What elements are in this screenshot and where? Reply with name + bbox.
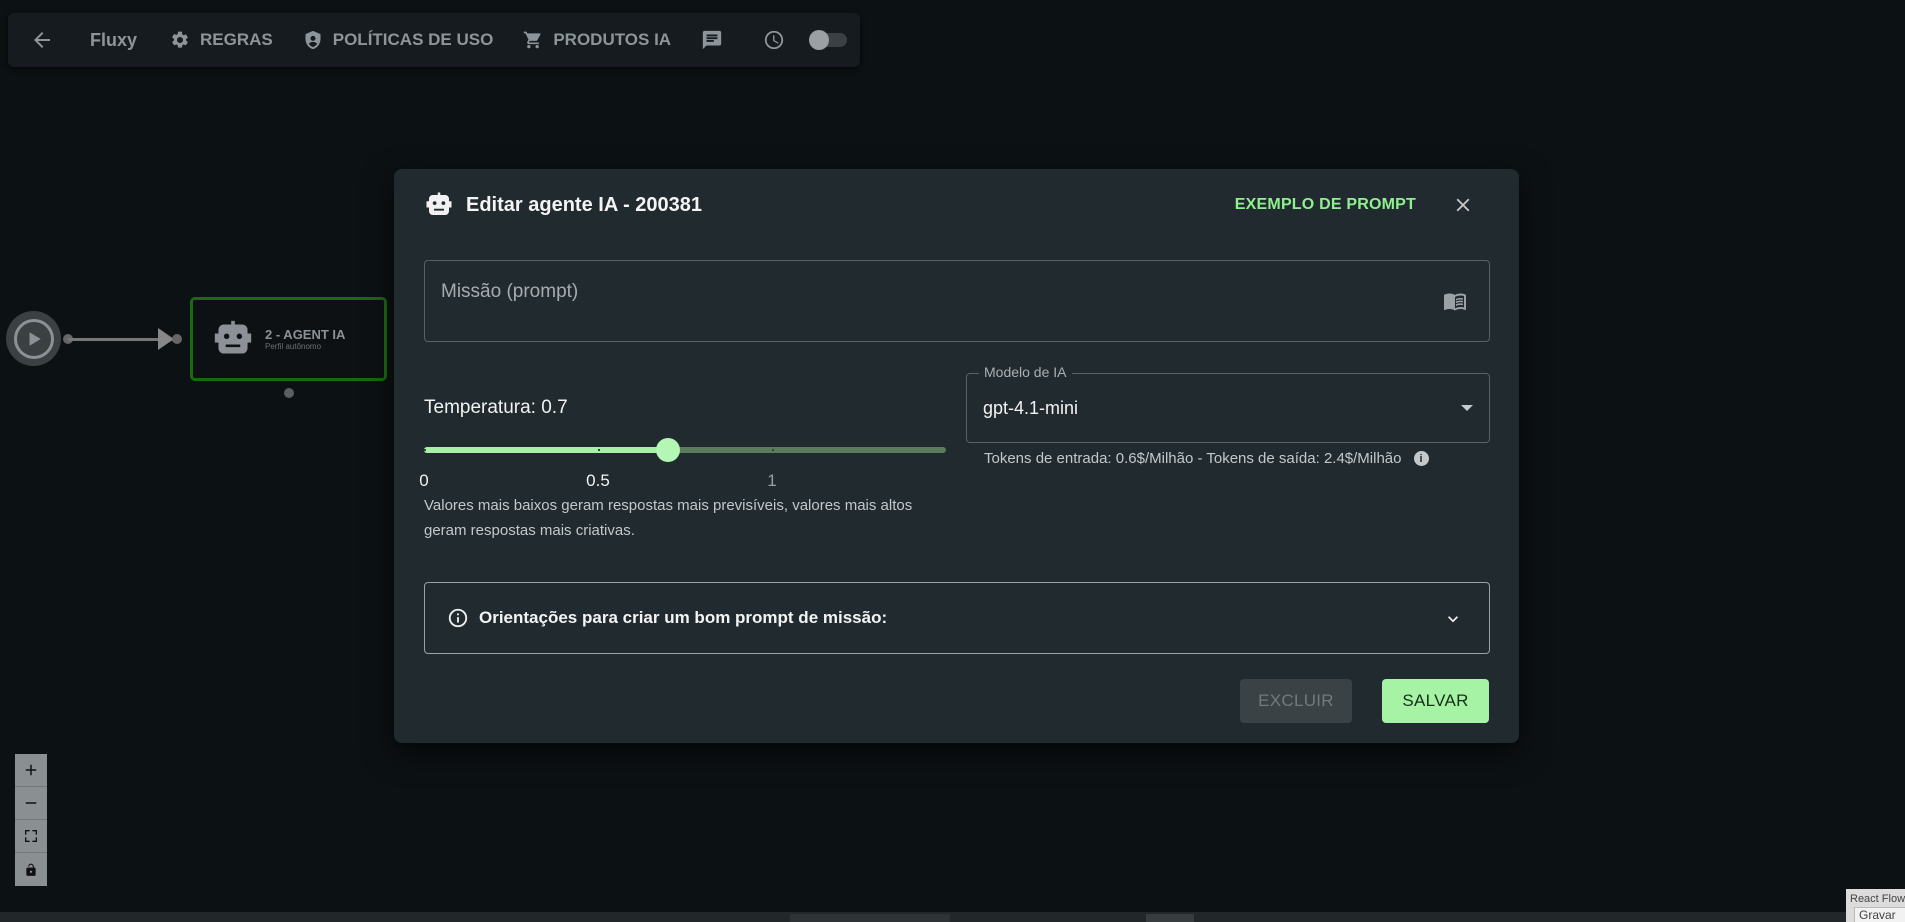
slider-tick — [598, 449, 600, 451]
prompt-guidelines-label: Orientações para criar um bom prompt de … — [479, 608, 888, 627]
temperature-slider[interactable] — [424, 438, 946, 462]
rules-button[interactable]: REGRAS — [170, 30, 273, 50]
zoom-in-icon[interactable] — [15, 754, 47, 787]
ai-model-value: gpt-4.1-mini — [983, 398, 1079, 418]
agent-node-subtitle: Perfil autônomo — [265, 342, 322, 351]
lock-icon[interactable] — [15, 853, 47, 886]
policies-button[interactable]: POLÍTICAS DE USO — [303, 30, 494, 50]
ai-model-legend: Modelo de IA — [979, 364, 1072, 380]
zoom-out-icon[interactable] — [15, 787, 47, 820]
slider-mark-1: 1 — [767, 471, 777, 490]
edge-target-handle[interactable] — [172, 334, 182, 344]
slider-tick — [424, 449, 426, 451]
bottom-bar — [0, 912, 1905, 922]
edit-agent-dialog: Editar agente IA - 200381 EXEMPLO DE PRO… — [394, 169, 1519, 743]
ai-model-select[interactable]: Modelo de IA gpt-4.1-mini — [966, 364, 1490, 443]
cart-icon — [524, 31, 541, 49]
slider-tick — [772, 449, 774, 451]
mission-prompt-input[interactable]: Missão (prompt) — [424, 260, 1490, 342]
rules-label: REGRAS — [200, 30, 273, 49]
tokens-pricing-text: Tokens de entrada: 0.6$/Milhão - Tokens … — [984, 450, 1402, 467]
delete-button[interactable]: EXCLUIR — [1240, 679, 1352, 723]
robot-icon — [214, 320, 252, 354]
policies-label: POLÍTICAS DE USO — [332, 30, 494, 49]
dropdown-caret-icon — [1461, 405, 1473, 411]
prompt-guidelines-accordion[interactable]: Orientações para criar um bom prompt de … — [424, 582, 1490, 654]
gear-icon — [172, 31, 188, 48]
brand-name: Fluxy — [90, 29, 138, 50]
theme-toggle[interactable] — [809, 30, 848, 50]
dialog-header: Editar agente IA - 200381 — [424, 191, 702, 219]
ai-products-label: PRODUTOS IA — [553, 30, 672, 49]
agent-node-title: 2 - AGENT IA — [265, 327, 346, 342]
shield-icon — [305, 30, 321, 50]
zoom-controls — [15, 754, 47, 886]
close-icon[interactable] — [1449, 191, 1477, 219]
slider-mark-0-5: 0.5 — [586, 471, 610, 490]
agent-node-handle[interactable] — [284, 388, 294, 398]
info-outline-icon — [448, 608, 468, 628]
slider-track — [424, 447, 668, 453]
mission-prompt-placeholder: Missão (prompt) — [441, 281, 579, 302]
dialog-title: Editar agente IA - 200381 — [466, 193, 703, 216]
robot-icon — [426, 192, 452, 215]
slider-thumb[interactable] — [655, 438, 680, 462]
fit-view-icon[interactable] — [15, 820, 47, 853]
save-button[interactable]: SALVAR — [1382, 679, 1489, 723]
slider-mark-0: 0 — [419, 471, 429, 490]
chat-icon[interactable] — [701, 29, 733, 51]
play-icon — [13, 318, 54, 359]
temperature-label: Temperatura: 0.7 — [424, 397, 568, 418]
tokens-pricing: Tokens de entrada: 0.6$/Milhão - Tokens … — [984, 450, 1429, 467]
history-clock-icon[interactable] — [763, 29, 785, 51]
top-toolbar: Fluxy REGRAS POLÍTICAS DE USO PRODUTOS I… — [8, 13, 860, 67]
info-icon[interactable]: i — [1413, 451, 1429, 466]
ai-products-button[interactable]: PRODUTOS IA — [523, 30, 671, 50]
start-node[interactable] — [6, 311, 61, 366]
record-button[interactable]: Gravar — [1854, 907, 1905, 922]
back-arrow-icon[interactable] — [30, 28, 54, 52]
chevron-down-icon — [1448, 616, 1458, 623]
react-flow-attribution[interactable]: React Flow Gravar — [1846, 889, 1905, 922]
book-icon[interactable] — [1441, 289, 1469, 313]
example-prompt-link[interactable]: EXEMPLO DE PROMPT — [1235, 196, 1416, 214]
temperature-help-text: Valores mais baixos geram respostas mais… — [424, 497, 913, 539]
agent-node[interactable]: 2 - AGENT IA Perfil autônomo — [190, 297, 387, 381]
